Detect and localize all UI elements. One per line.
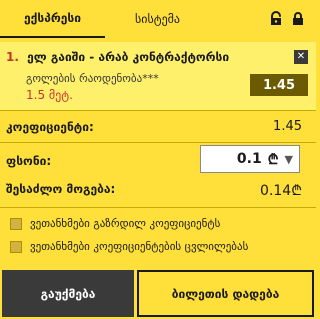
option-increased-odds[interactable]: ვეთანხმები გაზრდილ კოეფიციენტს (10, 217, 220, 230)
bet-outcome: 1.5 მეტ. (26, 88, 73, 102)
place-bet-button[interactable]: ბილეთის დადება (137, 270, 314, 317)
lock-open-icon[interactable] (268, 11, 284, 27)
bet-market: გოლების რაოდენობა*** (26, 72, 159, 85)
possible-win-row: შესაძლო მოგება: 0.14₾ (0, 177, 316, 205)
bet-title: 1. ელ გაიში - არაბ კონტრაქტორსი (6, 50, 229, 64)
possible-win-label: შესაძლო მოგება: (6, 182, 116, 196)
tab-express[interactable]: ექსპრესი (0, 0, 105, 38)
option-odds-change[interactable]: ვეთანხმები კოეფიციენტების ცვლილებას (10, 240, 248, 253)
coefficient-row: კოეფიციენტი: 1.45 (0, 110, 316, 143)
cancel-button[interactable]: გაუქმება (2, 270, 134, 317)
stake-value: 0.1 (236, 151, 262, 167)
coefficient-value: 1.45 (273, 119, 302, 134)
checkbox[interactable] (10, 240, 22, 253)
checkbox[interactable] (10, 217, 22, 230)
lari-icon: ₾ (291, 183, 302, 199)
lock-icon[interactable] (290, 11, 306, 27)
lari-icon: ₾ (267, 151, 279, 168)
close-icon[interactable]: ✕ (294, 50, 308, 64)
stake-input[interactable]: 0.1 ₾ ▼ (200, 145, 300, 173)
tab-system[interactable]: სისტემა (105, 0, 210, 38)
lock-icons (268, 0, 316, 38)
chevron-down-icon[interactable]: ▼ (285, 153, 293, 166)
bet-number: 1. (6, 50, 19, 64)
stake-label: ფსონი: (6, 154, 52, 168)
bet-selection: 1. ელ გაიში - არაბ კონტრაქტორსი გოლების … (0, 42, 316, 110)
bet-event: ელ გაიში - არაბ კონტრაქტორსი (27, 50, 230, 64)
bet-odds: 1.45 (250, 74, 308, 96)
option-label: ვეთანხმები გაზრდილ კოეფიციენტს (30, 217, 221, 230)
coefficient-label: კოეფიციენტი: (6, 120, 94, 134)
possible-win-value: 0.14₾ (260, 183, 302, 199)
bet-type-tabs: ექსპრესი სისტემა (0, 0, 316, 38)
option-label: ვეთანხმები კოეფიციენტების ცვლილებას (30, 240, 249, 253)
